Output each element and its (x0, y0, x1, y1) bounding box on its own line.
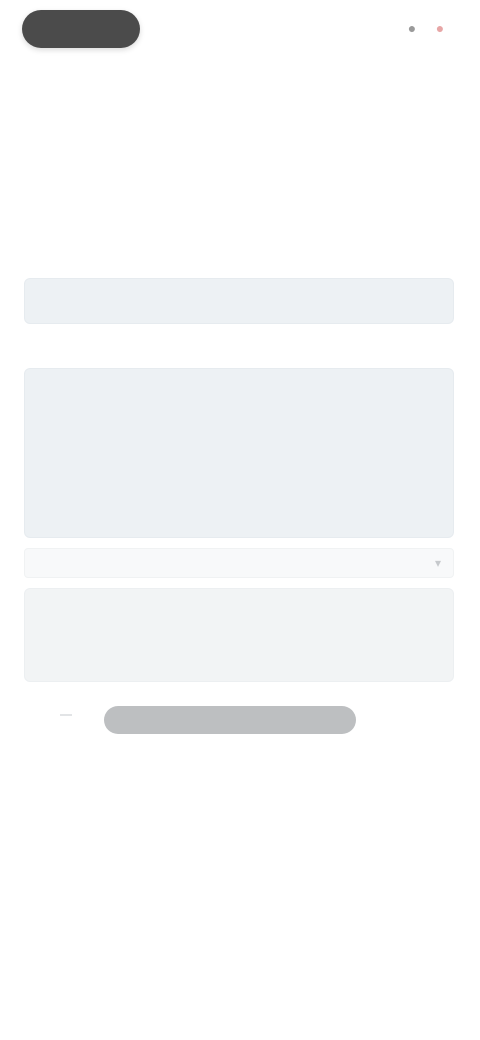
description-textarea[interactable] (39, 381, 443, 529)
chevron-down-icon: ▾ (434, 556, 441, 570)
title-input[interactable] (39, 291, 443, 308)
category-select[interactable]: ▾ (24, 548, 454, 578)
details-area[interactable] (24, 588, 454, 682)
notification-icon[interactable]: ● (430, 18, 450, 38)
description-field-container (24, 368, 454, 538)
header-icons: ● ● (402, 18, 450, 38)
profile-icon[interactable]: ● (402, 18, 422, 38)
brand-logo[interactable] (22, 10, 140, 48)
submit-button[interactable] (104, 706, 356, 734)
header: ● ● (0, 0, 480, 120)
app-page: ● ● ▾ (0, 0, 480, 1040)
title-field-container (24, 278, 454, 324)
divider (60, 714, 72, 716)
